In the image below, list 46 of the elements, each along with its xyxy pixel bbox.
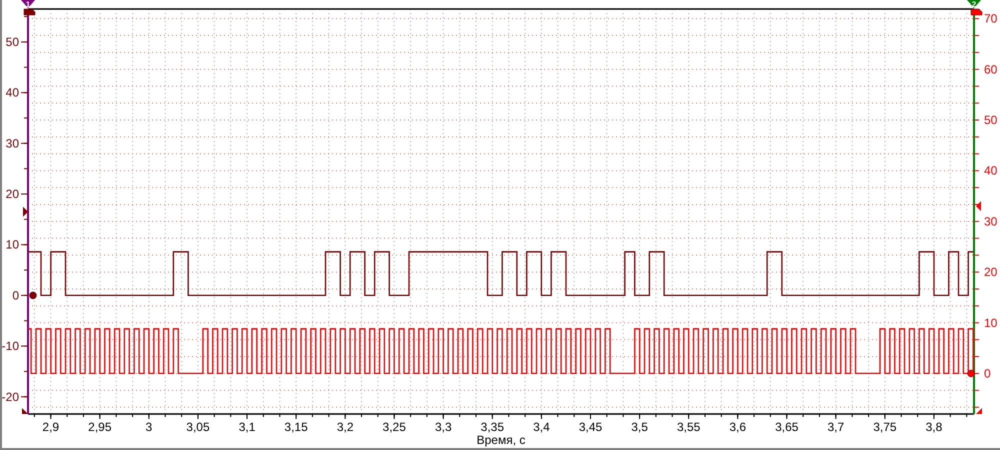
axis-tick-label: 3,75 [873,420,897,434]
axis-tick-label: 3,1 [238,420,256,434]
axis-tick-label: 0 [984,366,991,380]
axis-tick-label: 3,35 [480,420,504,434]
axis-tick-label: 0 [12,288,19,302]
level-marker-icon[interactable] [23,206,28,217]
corner-marker-icon [976,408,982,414]
axis-tick-label: 50 [984,113,998,127]
axis-tick-label: -20 [2,390,19,404]
axis-tick-label: 3,2 [336,420,354,434]
axis-tick-label: 3,05 [186,420,210,434]
axis-tick-label: 2,9 [42,420,60,434]
axis-tick-label: 40 [6,86,19,100]
axis-tick-label: 60 [984,62,998,76]
axis-tick-label: 50 [6,34,19,49]
corner-marker-icon [22,408,28,414]
zero-level-dot[interactable] [29,292,37,300]
axis-tick-label: 3,45 [578,420,602,434]
axis-tick-label: 30 [6,136,19,150]
flag-icon[interactable] [24,8,36,16]
axis-tick-label: 3,3 [434,420,452,434]
axis-tick-label: 10 [6,238,19,252]
flag-icon[interactable] [970,8,982,16]
axis-tick-label: 10 [984,316,998,330]
axis-tick-label: 20 [984,265,998,280]
axis-tick-label: 3,25 [382,420,406,434]
cursor-marker[interactable]: 2 [967,0,981,9]
axis-tick-label: -10 [2,339,19,354]
axis-tick-label: 3,4 [533,420,550,434]
level-marker-icon[interactable] [976,201,981,212]
axis-tick-label: 70 [984,12,998,26]
axis-tick-label: 3,6 [729,420,746,434]
axis-tick-label: 3 [146,420,152,434]
cursor-marker[interactable]: 1 [21,0,35,9]
axis-tick-label: 3,5 [631,420,648,434]
axis-tick-label: 3,15 [284,420,308,434]
axis-tick-label: 3,55 [676,420,700,434]
axis-tick-label: 3,8 [926,420,942,434]
axis-tick-label: 2,95 [88,420,112,434]
axis-tick-label: 3,7 [827,420,844,434]
axis-tick-label: 20 [6,187,19,202]
axis-tick-label: 40 [984,164,998,178]
axis-tick-label: 30 [984,214,998,228]
axis-title: Время, с [476,433,526,447]
zero-level-dot[interactable] [967,370,975,378]
axis-tick-label: 3,65 [775,420,798,434]
